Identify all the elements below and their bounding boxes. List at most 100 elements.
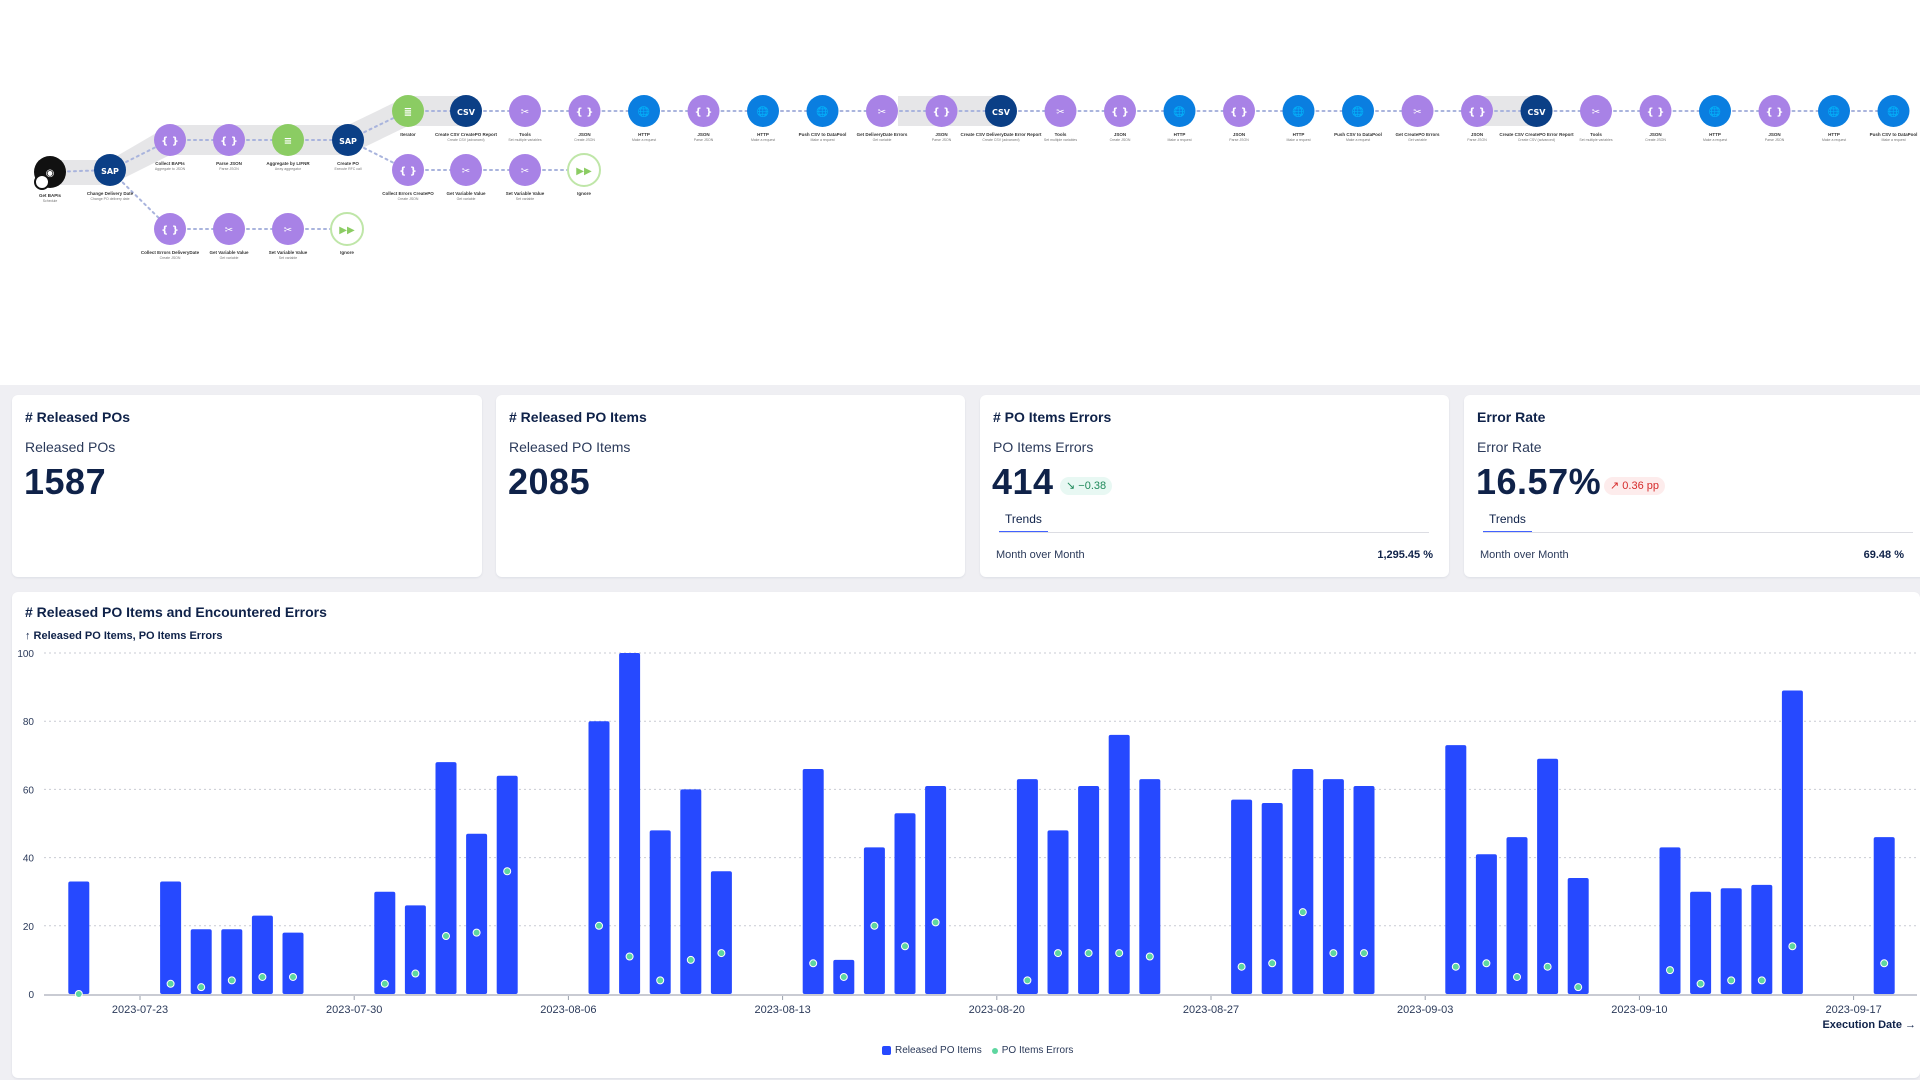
legend-label-errors[interactable]: PO Items Errors bbox=[1002, 1045, 1074, 1056]
bar-released-po-items bbox=[710, 871, 732, 994]
point-po-items-errors bbox=[1482, 959, 1491, 968]
module-tools: ✂ ToolsSet multiple variables bbox=[1044, 95, 1077, 142]
legend-label-released[interactable]: Released PO Items bbox=[895, 1045, 982, 1056]
module-json: { } Parse JSONParse JSON bbox=[213, 124, 245, 171]
chart-legend: Released PO Items PO Items Errors bbox=[882, 1045, 1073, 1056]
y-tick-label: 40 bbox=[23, 854, 35, 865]
module-label: Get Variable Value bbox=[209, 250, 249, 255]
point-po-items-errors bbox=[1574, 983, 1583, 992]
module-http: 🌐 HTTPMake a request bbox=[1282, 95, 1315, 142]
module-sublabel: Get variable bbox=[220, 256, 239, 260]
tab-trends[interactable]: Trends bbox=[1489, 512, 1526, 526]
module-sublabel: Make a request bbox=[1822, 138, 1846, 142]
module-glyph: ✂ bbox=[878, 107, 886, 118]
module-glyph: { } bbox=[695, 107, 713, 118]
module-label: Push CSV to DataPool bbox=[799, 132, 847, 137]
module-label: Create CSV CreatePO Report bbox=[435, 132, 498, 137]
point-po-items-errors bbox=[1788, 942, 1797, 951]
kpi-card-released-po-items: # Released PO Items Released PO Items 20… bbox=[496, 395, 965, 577]
y-tick-label: 100 bbox=[17, 649, 34, 660]
module-glyph: 🌐 bbox=[1352, 105, 1364, 118]
module-ignore: ▶▶ Ignore bbox=[330, 212, 364, 255]
module-glyph: ✂ bbox=[1413, 107, 1421, 118]
module-glyph: SAP bbox=[339, 137, 357, 146]
mom-value: 1,295.45 % bbox=[1377, 549, 1433, 561]
module-label: HTTP bbox=[1174, 132, 1186, 137]
module-label: Create CSV DeliveryDate Error Report bbox=[960, 132, 1042, 137]
delta-badge: ↘ −0.38 bbox=[1060, 477, 1113, 495]
module-json: { } JSONCreate JSON bbox=[1104, 95, 1136, 142]
point-po-items-errors bbox=[1084, 949, 1093, 958]
module-glyph: ✂ bbox=[462, 166, 470, 177]
module-json: { } JSONParse JSON bbox=[925, 95, 958, 142]
module-sublabel: Set variable bbox=[516, 197, 535, 201]
point-po-items-errors bbox=[1451, 962, 1460, 971]
module-glyph: 🌐 bbox=[1292, 105, 1304, 118]
bar-released-po-items bbox=[1537, 758, 1559, 994]
module-json: { } JSONParse JSON bbox=[687, 95, 720, 142]
module-glyph: { } bbox=[1766, 107, 1784, 118]
bar-released-po-items bbox=[374, 891, 396, 994]
module-sublabel: Create CSV (advanced) bbox=[1518, 138, 1555, 142]
module-sublabel: Change PO delivery date bbox=[90, 197, 129, 201]
point-po-items-errors bbox=[625, 952, 634, 961]
module-label: Iterator bbox=[400, 132, 416, 137]
module-glyph: ✂ bbox=[284, 225, 292, 236]
module-sublabel: Create JSON bbox=[398, 197, 419, 201]
module-glyph: ≣ bbox=[404, 107, 412, 118]
bar-released-po-items bbox=[1078, 785, 1100, 994]
y-tick-label: 0 bbox=[28, 990, 34, 1001]
tab-trends[interactable]: Trends bbox=[1005, 512, 1042, 526]
point-po-items-errors bbox=[839, 972, 848, 981]
point-po-items-errors bbox=[1543, 962, 1552, 971]
bar-released-po-items bbox=[1016, 779, 1038, 994]
point-po-items-errors bbox=[1360, 949, 1368, 958]
module-sublabel: Make a request bbox=[810, 138, 834, 142]
module-json: { } Collect BAPIsAggregate to JSON bbox=[154, 124, 186, 171]
module-label: JSON bbox=[1649, 132, 1661, 137]
module-label: Ignore bbox=[577, 191, 591, 196]
module-sublabel: Make a request bbox=[751, 138, 775, 142]
point-po-items-errors bbox=[1145, 952, 1154, 961]
point-po-items-errors bbox=[227, 976, 236, 985]
bar-released-po-items bbox=[619, 653, 641, 994]
module-label: Collect Errors DeliveryDate bbox=[141, 250, 200, 255]
module-sublabel: Array aggregator bbox=[275, 167, 302, 171]
module-label: JSON bbox=[935, 132, 947, 137]
module-sublabel: Create CSV (advanced) bbox=[447, 138, 484, 142]
point-po-items-errors bbox=[442, 932, 450, 941]
module-label: Push CSV to DataPool bbox=[1334, 132, 1382, 137]
bar-released-po-items bbox=[588, 721, 610, 994]
bar-chart: 0 20 40 60 80 100 2023-07-23 2023-07-30 2023-08-… bbox=[17, 649, 1917, 1016]
module-label: JSON bbox=[1768, 132, 1780, 137]
module-sublabel: Create JSON bbox=[574, 138, 595, 142]
module-glyph: { } bbox=[220, 136, 238, 147]
module-sublabel: Make a request bbox=[632, 138, 656, 142]
module-ignore: ▶▶ Ignore bbox=[567, 153, 601, 196]
module-label: JSON bbox=[697, 132, 709, 137]
point-po-items-errors bbox=[901, 942, 909, 951]
module-glyph: ▶▶ bbox=[339, 225, 355, 236]
bar-released-po-items bbox=[894, 813, 916, 994]
module-label: JSON bbox=[1233, 132, 1245, 137]
y-tick-label: 20 bbox=[23, 922, 35, 933]
module-sublabel: Set multiple variables bbox=[1579, 138, 1613, 142]
module-http: 🌐 Push CSV to DataPoolMake a request bbox=[799, 95, 847, 142]
point-po-items-errors bbox=[1115, 949, 1124, 958]
kpi-card-po-items-errors: # PO Items Errors PO Items Errors 414 ↘ … bbox=[980, 395, 1449, 577]
module-http: 🌐 HTTPMake a request bbox=[1818, 95, 1850, 142]
point-po-items-errors bbox=[380, 979, 389, 988]
module-http: 🌐 HTTPMake a request bbox=[628, 95, 660, 142]
point-po-items-errors bbox=[258, 972, 267, 981]
module-sublabel: Get variable bbox=[1408, 138, 1427, 142]
kpi-value: 414 bbox=[992, 461, 1054, 502]
module-label: Push CSV to DataPool bbox=[1870, 132, 1918, 137]
module-label: Create PO bbox=[337, 161, 359, 166]
point-po-items-errors bbox=[1329, 949, 1338, 958]
kpi-value: 16.57% bbox=[1476, 461, 1602, 502]
module-glyph: ✂ bbox=[521, 166, 529, 177]
x-tick-label: 2023-09-17 bbox=[1825, 1004, 1881, 1016]
module-glyph: ✂ bbox=[521, 107, 529, 118]
kpi-title: # Released POs bbox=[25, 409, 131, 425]
module-glyph: 🌐 bbox=[1173, 105, 1185, 118]
